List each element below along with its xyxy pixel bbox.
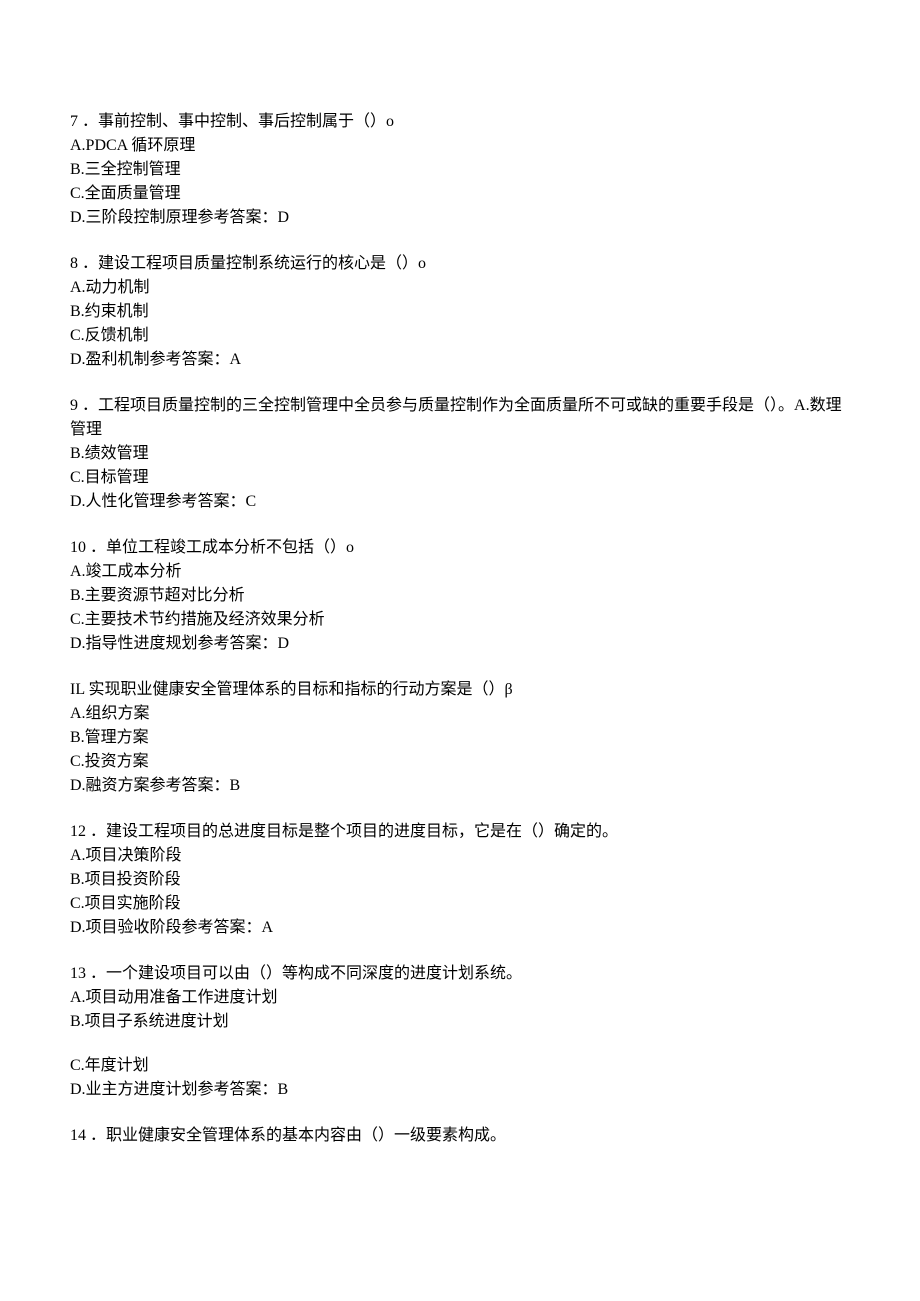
option-b: B.三全控制管理 <box>70 158 850 182</box>
option-c: C.反馈机制 <box>70 324 850 348</box>
option-a: A.竣工成本分析 <box>70 560 850 584</box>
option-c: C.全面质量管理 <box>70 182 850 206</box>
question-block: 12 ．建设工程项目的总进度目标是整个项目的进度目标，它是在（）确定的。 A.项… <box>70 820 850 940</box>
question-text: 9 ．工程项目质量控制的三全控制管理中全员参与质量控制作为全面质量所不可或缺的重… <box>70 397 842 438</box>
question-block: 13 ．一个建设项目可以由（）等构成不同深度的进度计划系统。 A.项目动用准备工… <box>70 962 850 1102</box>
question-text: 10 ．单位工程竣工成本分析不包括（）o <box>70 539 354 556</box>
option-d-answer: D.业主方进度计划参考答案：B <box>70 1078 850 1102</box>
document-page: 7 ．事前控制、事中控制、事后控制属于（）o A.PDCA 循环原理 B.三全控… <box>0 0 920 1301</box>
question-block: 7 ．事前控制、事中控制、事后控制属于（）o A.PDCA 循环原理 B.三全控… <box>70 110 850 230</box>
option-c: C.投资方案 <box>70 750 850 774</box>
question-number: IL <box>70 681 85 698</box>
option-d-answer: D.人性化管理参考答案：C <box>70 490 850 514</box>
option-a: A.项目决策阶段 <box>70 844 850 868</box>
option-b: B.绩效管理 <box>70 442 850 466</box>
question-number: 10 <box>70 539 86 556</box>
option-c: C.主要技术节约措施及经济效果分析 <box>70 608 850 632</box>
option-a: A.项目动用准备工作进度计划 <box>70 986 850 1010</box>
question-text: 12 ．建设工程项目的总进度目标是整个项目的进度目标，它是在（）确定的。 <box>70 823 618 840</box>
option-d-answer: D.指导性进度规划参考答案：D <box>70 632 850 656</box>
option-a: A.动力机制 <box>70 276 850 300</box>
question-number: 7 <box>70 113 78 130</box>
option-a: A.PDCA 循环原理 <box>70 134 850 158</box>
option-d-answer: D.融资方案参考答案：B <box>70 774 850 798</box>
option-d-answer: D.项目验收阶段参考答案：A <box>70 916 850 940</box>
question-number: 13 <box>70 965 86 982</box>
option-b: B.管理方案 <box>70 726 850 750</box>
option-c: C.项目实施阶段 <box>70 892 850 916</box>
option-c: C.目标管理 <box>70 466 850 490</box>
option-c: C.年度计划 <box>70 1054 850 1078</box>
option-b: B.项目投资阶段 <box>70 868 850 892</box>
question-number: 8 <box>70 255 78 272</box>
option-b: B.主要资源节超对比分析 <box>70 584 850 608</box>
question-text: 14 ．职业健康安全管理体系的基本内容由（）一级要素构成。 <box>70 1127 506 1144</box>
question-block: 14 ．职业健康安全管理体系的基本内容由（）一级要素构成。 <box>70 1124 850 1148</box>
question-number: 14 <box>70 1127 86 1144</box>
question-text: 13 ．一个建设项目可以由（）等构成不同深度的进度计划系统。 <box>70 965 522 982</box>
option-d-answer: D.三阶段控制原理参考答案：D <box>70 206 850 230</box>
question-number: 12 <box>70 823 86 840</box>
question-text: 7 ．事前控制、事中控制、事后控制属于（）o <box>70 113 394 130</box>
option-b: B.项目子系统进度计划 <box>70 1010 850 1034</box>
option-a: A.组织方案 <box>70 702 850 726</box>
question-text: IL 实现职业健康安全管理体系的目标和指标的行动方案是（）β <box>70 681 513 698</box>
question-text: 8 ．建设工程项目质量控制系统运行的核心是（）o <box>70 255 426 272</box>
question-block: IL 实现职业健康安全管理体系的目标和指标的行动方案是（）β A.组织方案 B.… <box>70 678 850 798</box>
question-block: 9 ．工程项目质量控制的三全控制管理中全员参与质量控制作为全面质量所不可或缺的重… <box>70 394 850 514</box>
question-block: 8 ．建设工程项目质量控制系统运行的核心是（）o A.动力机制 B.约束机制 C… <box>70 252 850 372</box>
option-b: B.约束机制 <box>70 300 850 324</box>
question-number: 9 <box>70 397 78 414</box>
option-d-answer: D.盈利机制参考答案：A <box>70 348 850 372</box>
question-block: 10 ．单位工程竣工成本分析不包括（）o A.竣工成本分析 B.主要资源节超对比… <box>70 536 850 656</box>
